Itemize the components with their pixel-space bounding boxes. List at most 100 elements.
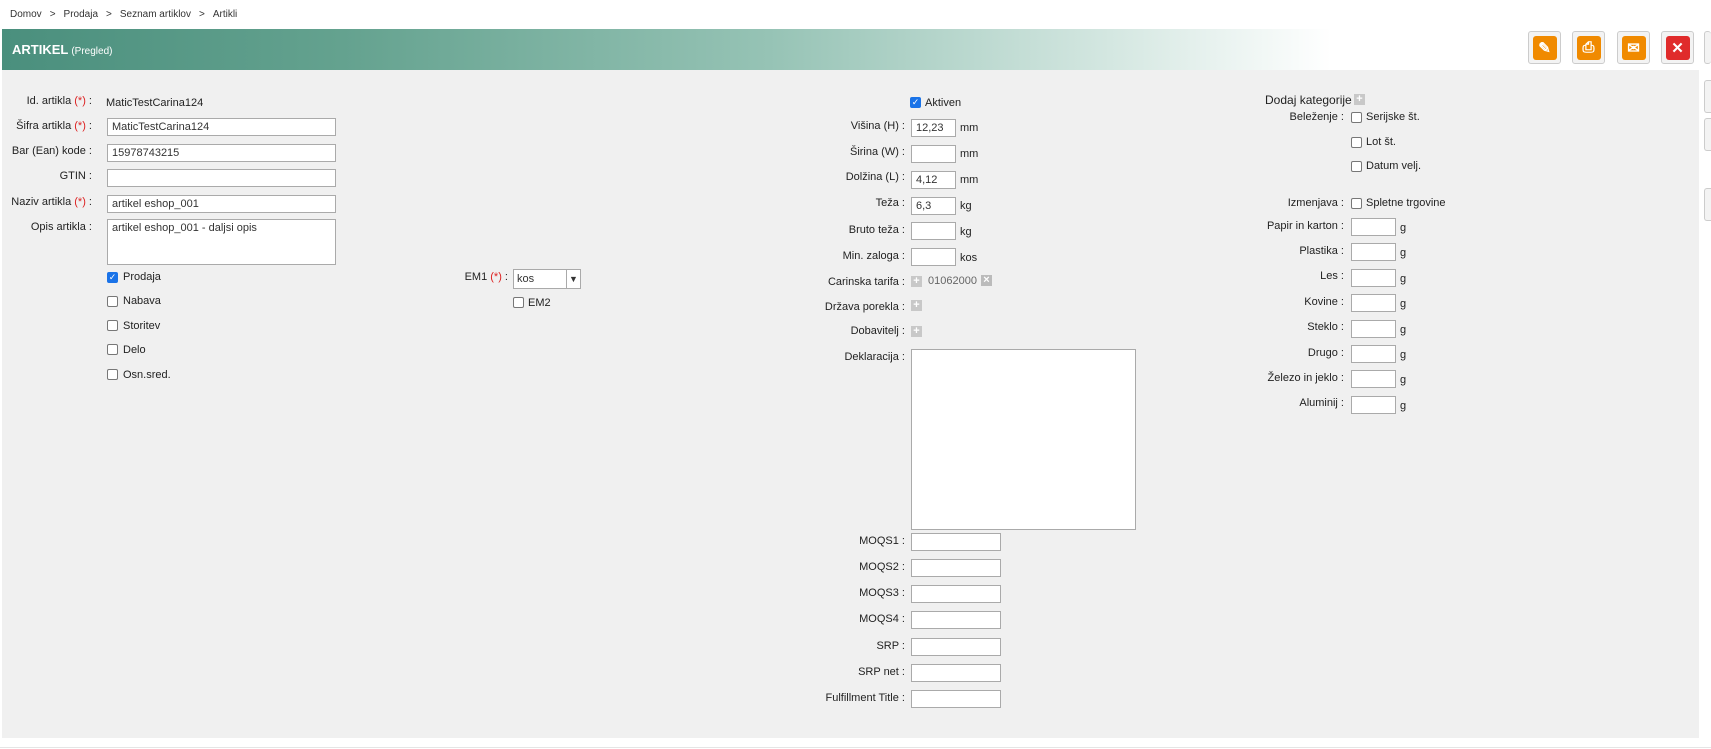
kovine-label: Kovine : (1304, 296, 1344, 308)
sirina-input[interactable] (911, 145, 956, 163)
breadcrumb-artikli: Artikli (212, 9, 238, 20)
steklo-unit: g (1400, 324, 1407, 336)
kovine-input[interactable] (1351, 294, 1396, 312)
srp-input[interactable] (911, 638, 1001, 656)
lot-checkbox[interactable] (1351, 137, 1362, 148)
storitev-checkbox[interactable] (107, 320, 118, 331)
nabava-checkbox[interactable] (107, 296, 118, 307)
breadcrumb-home[interactable]: Domov (10, 9, 42, 20)
minzaloga-input[interactable] (911, 248, 956, 266)
bruto-unit: kg (960, 226, 972, 238)
carinska-value: 01062000 (928, 275, 977, 287)
breadcrumb-separator: > (106, 9, 112, 20)
bar-input[interactable]: 15978743215 (107, 144, 336, 162)
moqs4-label: MOQS4 : (859, 613, 905, 625)
visina-unit: mm (960, 122, 979, 134)
printer-icon: ⎙ (1576, 35, 1601, 60)
side-tab-1[interactable] (1704, 80, 1711, 113)
moqs1-label: MOQS1 : (859, 535, 905, 547)
spletne-checkbox[interactable] (1351, 198, 1362, 209)
close-button[interactable]: ✕ (1661, 31, 1694, 64)
deklaracija-textarea[interactable] (911, 349, 1136, 530)
drugo-label: Drugo : (1307, 347, 1344, 359)
kategorije-add-icon[interactable]: + (1354, 94, 1365, 105)
aluminij-unit: g (1400, 400, 1407, 412)
carinska-add-icon[interactable]: + (911, 276, 922, 287)
bar-label: Bar (Ean) kode : (11, 145, 92, 157)
gtin-input[interactable] (107, 169, 336, 187)
moqs2-input[interactable] (911, 559, 1001, 577)
prodaja-label: Prodaja (123, 271, 161, 283)
drzava-label: Država porekla : (824, 301, 905, 313)
envelope-icon: ✉ (1621, 35, 1646, 60)
close-icon: ✕ (1665, 35, 1690, 60)
dolzina-unit: mm (960, 174, 979, 186)
papir-input[interactable] (1351, 218, 1396, 236)
zelezo-input[interactable] (1351, 370, 1396, 388)
osnsred-checkbox[interactable] (107, 369, 118, 380)
bruto-input[interactable] (911, 222, 956, 240)
drzava-add-icon[interactable]: + (911, 300, 922, 311)
visina-label: Višina (H) : (850, 120, 905, 132)
srpnet-input[interactable] (911, 664, 1001, 682)
aktiven-checkbox[interactable]: ✓ (910, 97, 921, 108)
minzaloga-unit: kos (960, 252, 978, 264)
page-header: ARTIKEL (Pregled) (2, 29, 1707, 70)
moqs4-input[interactable] (911, 611, 1001, 629)
serijske-label: Serijske št. (1366, 111, 1420, 123)
footer-divider (0, 747, 1711, 748)
fulfillment-label: Fulfillment Title : (825, 692, 905, 704)
page-title: ARTIKEL (Pregled) (12, 42, 112, 57)
breadcrumb-prodaja[interactable]: Prodaja (64, 9, 98, 20)
belezenje-label: Beleženje : (1289, 111, 1344, 123)
em1-select[interactable]: kos ▼ (513, 269, 581, 289)
datum-checkbox[interactable] (1351, 161, 1362, 172)
em2-checkbox[interactable] (513, 297, 524, 308)
em2-label: EM2 (528, 297, 551, 309)
email-button[interactable]: ✉ (1617, 31, 1650, 64)
aluminij-label: Aluminij : (1299, 397, 1344, 409)
papir-label: Papir in karton : (1266, 220, 1344, 232)
chevron-down-icon: ▼ (566, 270, 580, 288)
teza-input[interactable]: 6,3 (911, 197, 956, 215)
bruto-label: Bruto teža : (848, 224, 905, 236)
moqs2-label: MOQS2 : (859, 561, 905, 573)
sirina-unit: mm (960, 148, 979, 160)
breadcrumb-separator: > (49, 9, 56, 20)
minzaloga-label: Min. zaloga : (842, 250, 905, 262)
print-button[interactable]: ⎙ (1572, 31, 1605, 64)
naziv-input[interactable]: artikel eshop_001 (107, 195, 336, 213)
izmenjava-label: Izmenjava : (1287, 197, 1344, 209)
dobavitelj-add-icon[interactable]: + (911, 326, 922, 337)
dolzina-input[interactable]: 4,12 (911, 171, 956, 189)
prodaja-checkbox[interactable]: ✓ (107, 272, 118, 283)
delo-checkbox[interactable] (107, 344, 118, 355)
more-button[interactable] (1704, 31, 1711, 64)
steklo-input[interactable] (1351, 320, 1396, 338)
moqs3-input[interactable] (911, 585, 1001, 603)
side-tab-3[interactable] (1704, 188, 1711, 221)
breadcrumb: Domov > Prodaja > Seznam artiklov > Artikli (10, 9, 237, 20)
fulfillment-input[interactable] (911, 690, 1001, 708)
opis-label: Opis artikla : (30, 221, 92, 233)
moqs1-input[interactable] (911, 533, 1001, 551)
papir-unit: g (1400, 222, 1407, 234)
em1-label: EM1 (*) : (464, 271, 508, 283)
drugo-input[interactable] (1351, 345, 1396, 363)
carinska-remove-icon[interactable]: × (981, 275, 992, 286)
side-tab-2[interactable] (1704, 118, 1711, 151)
moqs3-label: MOQS3 : (859, 587, 905, 599)
aluminij-input[interactable] (1351, 396, 1396, 414)
plastika-input[interactable] (1351, 243, 1396, 261)
breadcrumb-seznam[interactable]: Seznam artiklov (120, 9, 191, 20)
srp-label: SRP : (876, 640, 905, 652)
serijske-checkbox[interactable] (1351, 112, 1362, 123)
visina-input[interactable]: 12,23 (911, 119, 956, 137)
sifra-input[interactable]: MaticTestCarina124 (107, 118, 336, 136)
teza-label: Teža : (875, 197, 905, 209)
plastika-label: Plastika : (1299, 245, 1344, 257)
lot-label: Lot št. (1366, 136, 1396, 148)
edit-button[interactable]: ✎ (1528, 31, 1561, 64)
opis-textarea[interactable]: artikel eshop_001 - daljsi opis (107, 219, 336, 265)
les-input[interactable] (1351, 269, 1396, 287)
